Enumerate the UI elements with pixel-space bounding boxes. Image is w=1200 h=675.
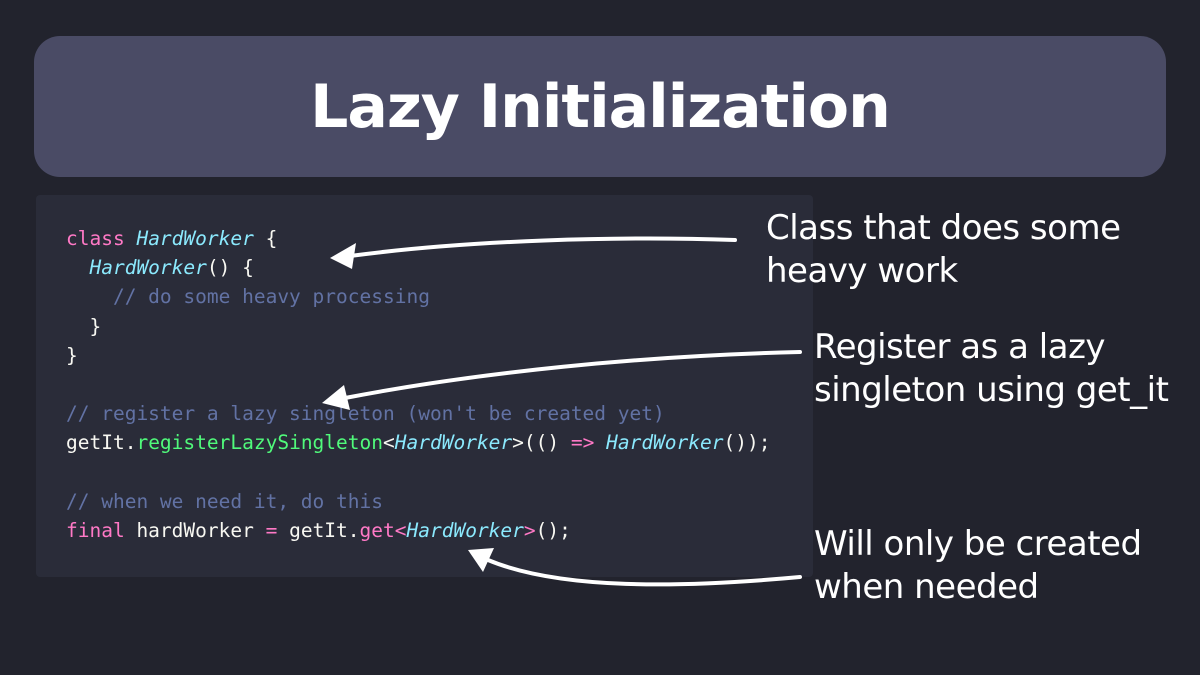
arrow-to-get — [486, 558, 802, 587]
arrow-to-register — [343, 350, 802, 400]
arrowhead-icon — [330, 243, 356, 269]
arrow-to-class — [348, 236, 737, 258]
arrowhead-icon — [322, 385, 350, 410]
arrows-layer — [322, 236, 802, 587]
